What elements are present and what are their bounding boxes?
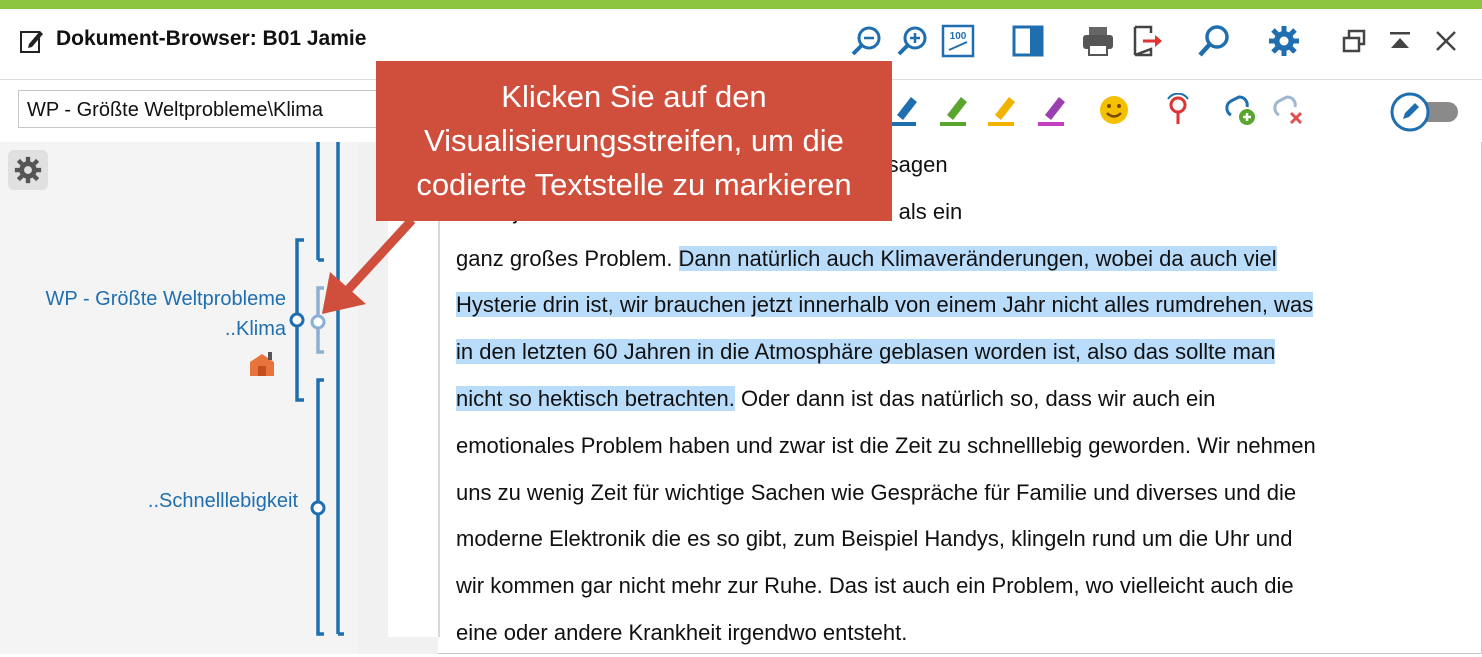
highlighter-green-icon[interactable] [936,92,972,128]
text-line[interactable]: eine oder andere Krankheit irgendwo ents… [456,610,1476,657]
remove-code-icon[interactable] [1272,92,1308,128]
text-segment: moderne Elektronik die es so gibt, zum B… [456,526,1293,552]
zoom-out-icon[interactable] [848,23,884,59]
zoom-100-icon[interactable]: 100 [940,23,976,59]
text-line[interactable]: ganz großes Problem. Dann natürlich auch… [456,236,1476,283]
code-select[interactable]: WP - Größte Weltprobleme\Klima [18,90,388,128]
coded-segment-highlight[interactable]: Dann natürlich auch Klimaveränderungen, … [678,245,1277,271]
text-segment: wir kommen gar nicht mehr zur Ruhe. Das … [456,573,1294,599]
window-accent-bar [0,0,1482,9]
coded-segment-highlight[interactable]: in den letzten 60 Jahren in die Atmosphä… [456,339,1276,365]
window-title: Dokument-Browser: B01 Jamie [56,27,367,50]
sidebar-toggle-icon[interactable] [1010,23,1046,59]
text-line[interactable]: Hysterie drin ist, wir brauchen jetzt in… [456,282,1476,329]
text-line[interactable]: nicht so hektisch betrachten. Oder dann … [456,376,1476,423]
settings-icon[interactable] [1266,23,1302,59]
text-segment: ganz großes Problem. [456,245,679,271]
paragraph-column-footer [388,637,438,654]
highlighter-yellow-icon[interactable] [984,92,1020,128]
add-code-icon[interactable] [1224,92,1260,128]
text-segment: eine oder andere Krankheit irgendwo ents… [456,619,908,645]
callout-line-1: Klicken Sie auf den [501,79,767,114]
search-icon[interactable] [1196,23,1232,59]
svg-text:100: 100 [950,31,967,42]
collapse-icon[interactable] [1382,23,1418,59]
print-icon[interactable] [1080,23,1116,59]
callout-arrow [322,216,416,314]
text-segment: uns zu wenig Zeit für wichtige Sachen wi… [456,479,1297,505]
zoom-in-icon[interactable] [894,23,930,59]
callout-line-3: codierte Textstelle zu markieren [416,167,852,202]
close-icon[interactable] [1428,23,1464,59]
text-line[interactable]: uns zu wenig Zeit für wichtige Sachen wi… [456,470,1476,517]
coded-segment-highlight[interactable]: nicht so hektisch betrachten. [456,385,735,411]
coded-segment-highlight[interactable]: Hysterie drin ist, wir brauchen jetzt in… [456,292,1314,318]
callout-line-2: Visualisierungsstreifen, um die [424,123,844,158]
text-line[interactable]: moderne Elektronik die es so gibt, zum B… [456,516,1476,563]
emoticode-icon[interactable] [1096,92,1132,128]
export-icon[interactable] [1130,23,1166,59]
undock-icon[interactable] [1336,23,1372,59]
text-line[interactable]: emotionales Problem haben und zwar ist d… [456,423,1476,470]
text-line[interactable]: in den letzten 60 Jahren in die Atmosphä… [456,329,1476,376]
text-line[interactable]: wir kommen gar nicht mehr zur Ruhe. Das … [456,563,1476,610]
memo-pin-icon[interactable] [1160,92,1196,128]
text-segment: Oder dann ist das natürlich so, dass wir… [734,385,1216,411]
document-edit-icon [18,27,46,55]
text-segment: emotionales Problem haben und zwar ist d… [456,432,1316,458]
tutorial-callout: Klicken Sie auf den Visualisierungsstrei… [376,61,892,221]
edit-mode-toggle[interactable] [1390,92,1462,132]
highlighter-purple-icon[interactable] [1034,92,1070,128]
